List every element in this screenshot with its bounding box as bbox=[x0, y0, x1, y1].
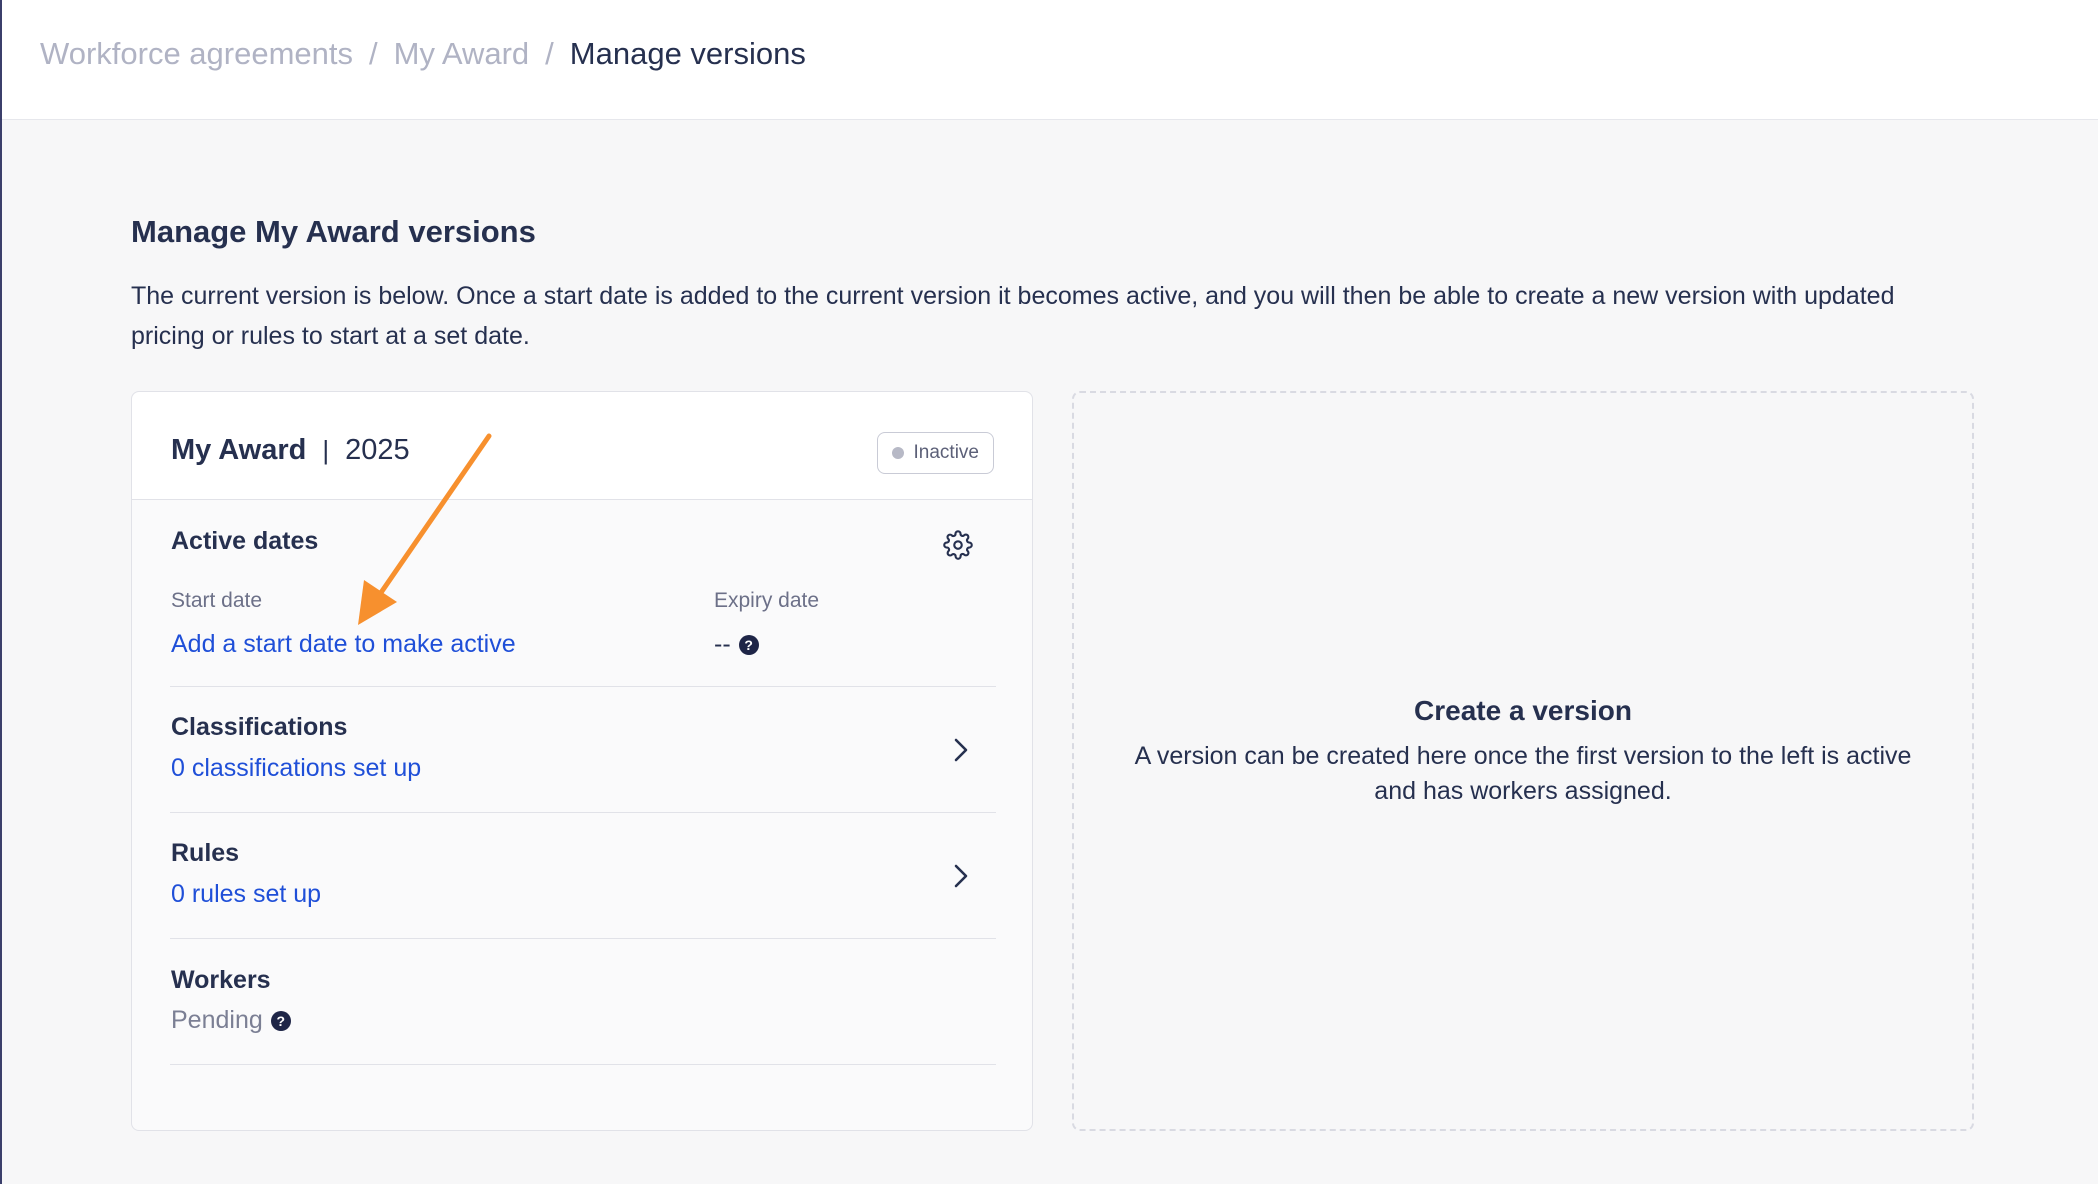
question-circle-icon[interactable]: ? bbox=[270, 1010, 291, 1031]
version-name: My Award bbox=[171, 434, 307, 466]
gear-icon[interactable] bbox=[943, 530, 973, 560]
page-description: The current version is below. Once a sta… bbox=[131, 282, 1895, 350]
section-divider bbox=[170, 938, 996, 939]
status-badge-label: Inactive bbox=[913, 442, 979, 463]
create-version-title: Create a version bbox=[1414, 695, 1632, 726]
version-card-header: My Award | 2025 Inactive bbox=[132, 392, 1032, 500]
expiry-date-value-group: -- ? bbox=[714, 630, 759, 659]
active-dates-heading: Active dates bbox=[171, 527, 319, 555]
workers-heading: Workers bbox=[171, 966, 271, 994]
expiry-date-value: -- bbox=[714, 630, 731, 658]
status-badge: Inactive bbox=[876, 432, 994, 474]
start-date-label: Start date bbox=[171, 589, 263, 612]
breadcrumb: Workforce agreements / My Award / Manage… bbox=[40, 36, 806, 72]
chevron-right-icon[interactable] bbox=[950, 735, 972, 765]
status-dot-icon bbox=[891, 447, 904, 459]
classifications-heading: Classifications bbox=[171, 713, 348, 741]
breadcrumb-my-award[interactable]: My Award bbox=[394, 36, 530, 72]
workers-status: Pending bbox=[171, 1006, 263, 1034]
version-year: 2025 bbox=[345, 434, 410, 466]
page-title: Manage My Award versions bbox=[131, 214, 536, 249]
chevron-right-icon[interactable] bbox=[950, 861, 972, 891]
window-left-border bbox=[0, 0, 2, 1184]
breadcrumb-workforce-agreements[interactable]: Workforce agreements bbox=[40, 36, 353, 72]
breadcrumb-current-page: Manage versions bbox=[569, 36, 806, 71]
rules-count-link[interactable]: 0 rules set up bbox=[171, 880, 321, 909]
breadcrumb-separator: / bbox=[369, 36, 378, 71]
breadcrumb-separator: / bbox=[545, 36, 554, 71]
classifications-row[interactable] bbox=[132, 687, 1032, 812]
top-header: Workforce agreements / My Award / Manage… bbox=[2, 0, 2098, 120]
create-version-placeholder: Create a version A version can be create… bbox=[1072, 391, 1974, 1131]
rules-row[interactable] bbox=[132, 813, 1032, 938]
expiry-date-label: Expiry date bbox=[714, 589, 820, 612]
create-version-description: A version can be created here once the f… bbox=[1134, 742, 1912, 805]
version-title: My Award | 2025 bbox=[171, 434, 410, 467]
classifications-count-link[interactable]: 0 classifications set up bbox=[171, 754, 421, 783]
section-divider bbox=[170, 1064, 996, 1065]
question-circle-icon[interactable]: ? bbox=[738, 634, 759, 655]
add-start-date-link[interactable]: Add a start date to make active bbox=[171, 630, 516, 659]
version-card: My Award | 2025 Inactive Active dates St… bbox=[131, 391, 1033, 1131]
version-title-separator: | bbox=[322, 435, 330, 465]
workers-status-group: Pending ? bbox=[171, 1006, 291, 1035]
rules-heading: Rules bbox=[171, 839, 240, 867]
